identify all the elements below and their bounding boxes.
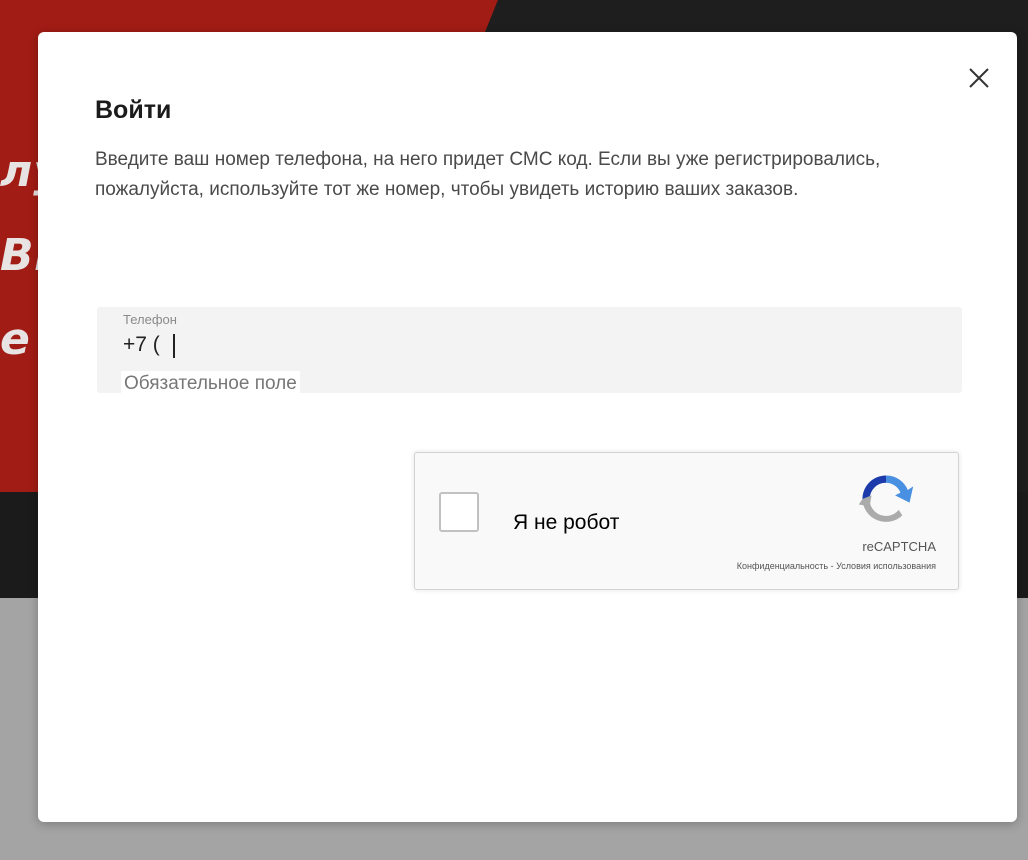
phone-field-label: Телефон: [123, 312, 177, 327]
phone-required-error: Обязательное поле: [121, 371, 300, 395]
recaptcha-logo-icon: [858, 475, 914, 522]
recaptcha-links: Конфиденциальность - Условия использован…: [737, 561, 936, 571]
recaptcha-checkbox[interactable]: [439, 492, 479, 532]
modal-title: Войти: [95, 96, 172, 124]
text-cursor: [173, 334, 175, 358]
recaptcha-terms-link[interactable]: Условия использования: [836, 561, 936, 571]
recaptcha-links-separator: -: [828, 561, 837, 571]
recaptcha-brand: reCAPTCHA: [862, 539, 936, 554]
close-button[interactable]: [967, 66, 991, 90]
close-icon: [969, 68, 989, 88]
phone-field[interactable]: Телефон Обязательное поле: [97, 307, 962, 395]
modal-description: Введите ваш номер телефона, на него прид…: [95, 149, 881, 200]
recaptcha-widget: Я не робот reCAPTCHA Конфиденциальность …: [414, 452, 959, 590]
recaptcha-privacy-link[interactable]: Конфиденциальность: [737, 561, 828, 571]
page: лу ВЫ е Войти Введите ваш номер телефона…: [0, 0, 1028, 860]
recaptcha-label: Я не робот: [513, 511, 620, 534]
login-modal: Войти Введите ваш номер телефона, на нег…: [38, 32, 1017, 822]
phone-input[interactable]: [121, 331, 823, 359]
